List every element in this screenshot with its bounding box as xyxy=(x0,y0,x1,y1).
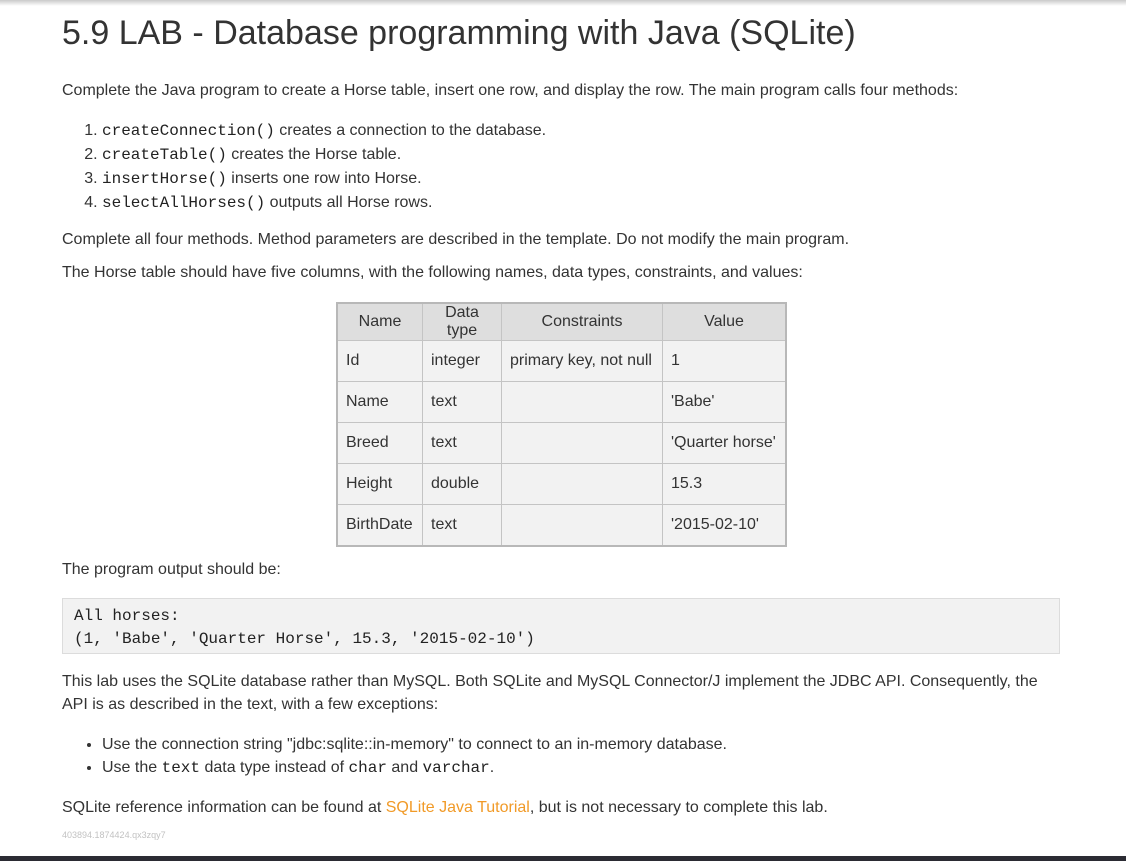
table-cell: '2015-02-10' xyxy=(662,504,787,547)
table-cell: Id xyxy=(336,340,423,382)
table-intro-paragraph: The Horse table should have five columns… xyxy=(62,264,803,281)
method-name: createTable() xyxy=(102,146,227,164)
bullet-text: Use the xyxy=(102,759,162,776)
table-cell xyxy=(501,422,663,464)
table-cell: Height xyxy=(336,463,423,505)
table-cell: 15.3 xyxy=(662,463,787,505)
reference-paragraph: SQLite reference information can be foun… xyxy=(62,796,828,819)
table-cell xyxy=(501,463,663,505)
table-cell: Name xyxy=(336,381,423,423)
reference-text: SQLite reference information can be foun… xyxy=(62,799,386,816)
table-cell: 'Babe' xyxy=(662,381,787,423)
bullet-text: data type instead of xyxy=(200,759,349,776)
horse-columns-table: Name Data type Constraints Value Id inte… xyxy=(336,302,787,547)
list-item: createTable() creates the Horse table. xyxy=(102,143,546,167)
method-description: creates the Horse table. xyxy=(226,146,402,163)
table-cell: BirthDate xyxy=(336,504,423,547)
code-char: char xyxy=(348,759,387,777)
list-item: Use the connection string "jdbc:sqlite::… xyxy=(102,733,727,756)
column-header: Value xyxy=(662,302,787,341)
page-title: 5.9 LAB - Database programming with Java… xyxy=(62,14,856,52)
table-row: Breed text 'Quarter horse' xyxy=(336,422,787,464)
bullet-text: . xyxy=(489,759,495,776)
method-name: selectAllHorses() xyxy=(102,194,266,212)
table-cell: 'Quarter horse' xyxy=(662,422,787,464)
table-header-row: Name Data type Constraints Value xyxy=(336,302,787,341)
bullet-text: and xyxy=(386,759,423,776)
output-line: All horses: xyxy=(74,607,180,625)
sqlite-tutorial-link[interactable]: SQLite Java Tutorial xyxy=(386,799,530,816)
expected-output-block: All horses: (1, 'Babe', 'Quarter Horse', … xyxy=(62,598,1060,654)
method-name: insertHorse() xyxy=(102,170,227,188)
list-item: Use the text data type instead of char a… xyxy=(102,756,727,780)
top-shadow xyxy=(0,0,1126,6)
reference-text: , but is not necessary to complete this … xyxy=(529,799,828,816)
method-list: createConnection() creates a connection … xyxy=(62,119,546,215)
table-cell: primary key, not null xyxy=(501,340,663,382)
table-cell xyxy=(501,381,663,423)
list-item: createConnection() creates a connection … xyxy=(102,119,546,143)
bottom-bar xyxy=(0,856,1126,861)
column-header: Name xyxy=(336,302,423,341)
output-label: The program output should be: xyxy=(62,561,281,578)
list-item: insertHorse() inserts one row into Horse… xyxy=(102,167,546,191)
table-cell xyxy=(501,504,663,547)
method-name: createConnection() xyxy=(102,122,275,140)
content-id: 403894.1874424.qx3zqy7 xyxy=(62,830,166,840)
column-header: Data type xyxy=(422,302,502,341)
complete-paragraph: Complete all four methods. Method parame… xyxy=(62,231,850,248)
table-cell: text xyxy=(422,422,502,464)
code-varchar: varchar xyxy=(422,759,490,777)
column-header: Constraints xyxy=(501,302,663,341)
table-cell: integer xyxy=(422,340,502,382)
list-item: selectAllHorses() outputs all Horse rows… xyxy=(102,191,546,215)
table-row: Name text 'Babe' xyxy=(336,381,787,423)
table-cell: double xyxy=(422,463,502,505)
table-cell: text xyxy=(422,504,502,547)
table-cell: Breed xyxy=(336,422,423,464)
sqlite-paragraph: This lab uses the SQLite database rather… xyxy=(62,673,1038,713)
table-row: Id integer primary key, not null 1 xyxy=(336,340,787,382)
table-cell: 1 xyxy=(662,340,787,382)
exceptions-list: Use the connection string "jdbc:sqlite::… xyxy=(62,733,727,780)
output-line: (1, 'Babe', 'Quarter Horse', 15.3, '2015… xyxy=(74,630,535,648)
intro-paragraph: Complete the Java program to create a Ho… xyxy=(62,82,959,99)
table-row: Height double 15.3 xyxy=(336,463,787,505)
code-text: text xyxy=(161,759,200,777)
method-description: outputs all Horse rows. xyxy=(265,194,433,211)
method-description: inserts one row into Horse. xyxy=(226,170,422,187)
table-row: BirthDate text '2015-02-10' xyxy=(336,504,787,547)
method-description: creates a connection to the database. xyxy=(274,122,547,139)
table-cell: text xyxy=(422,381,502,423)
